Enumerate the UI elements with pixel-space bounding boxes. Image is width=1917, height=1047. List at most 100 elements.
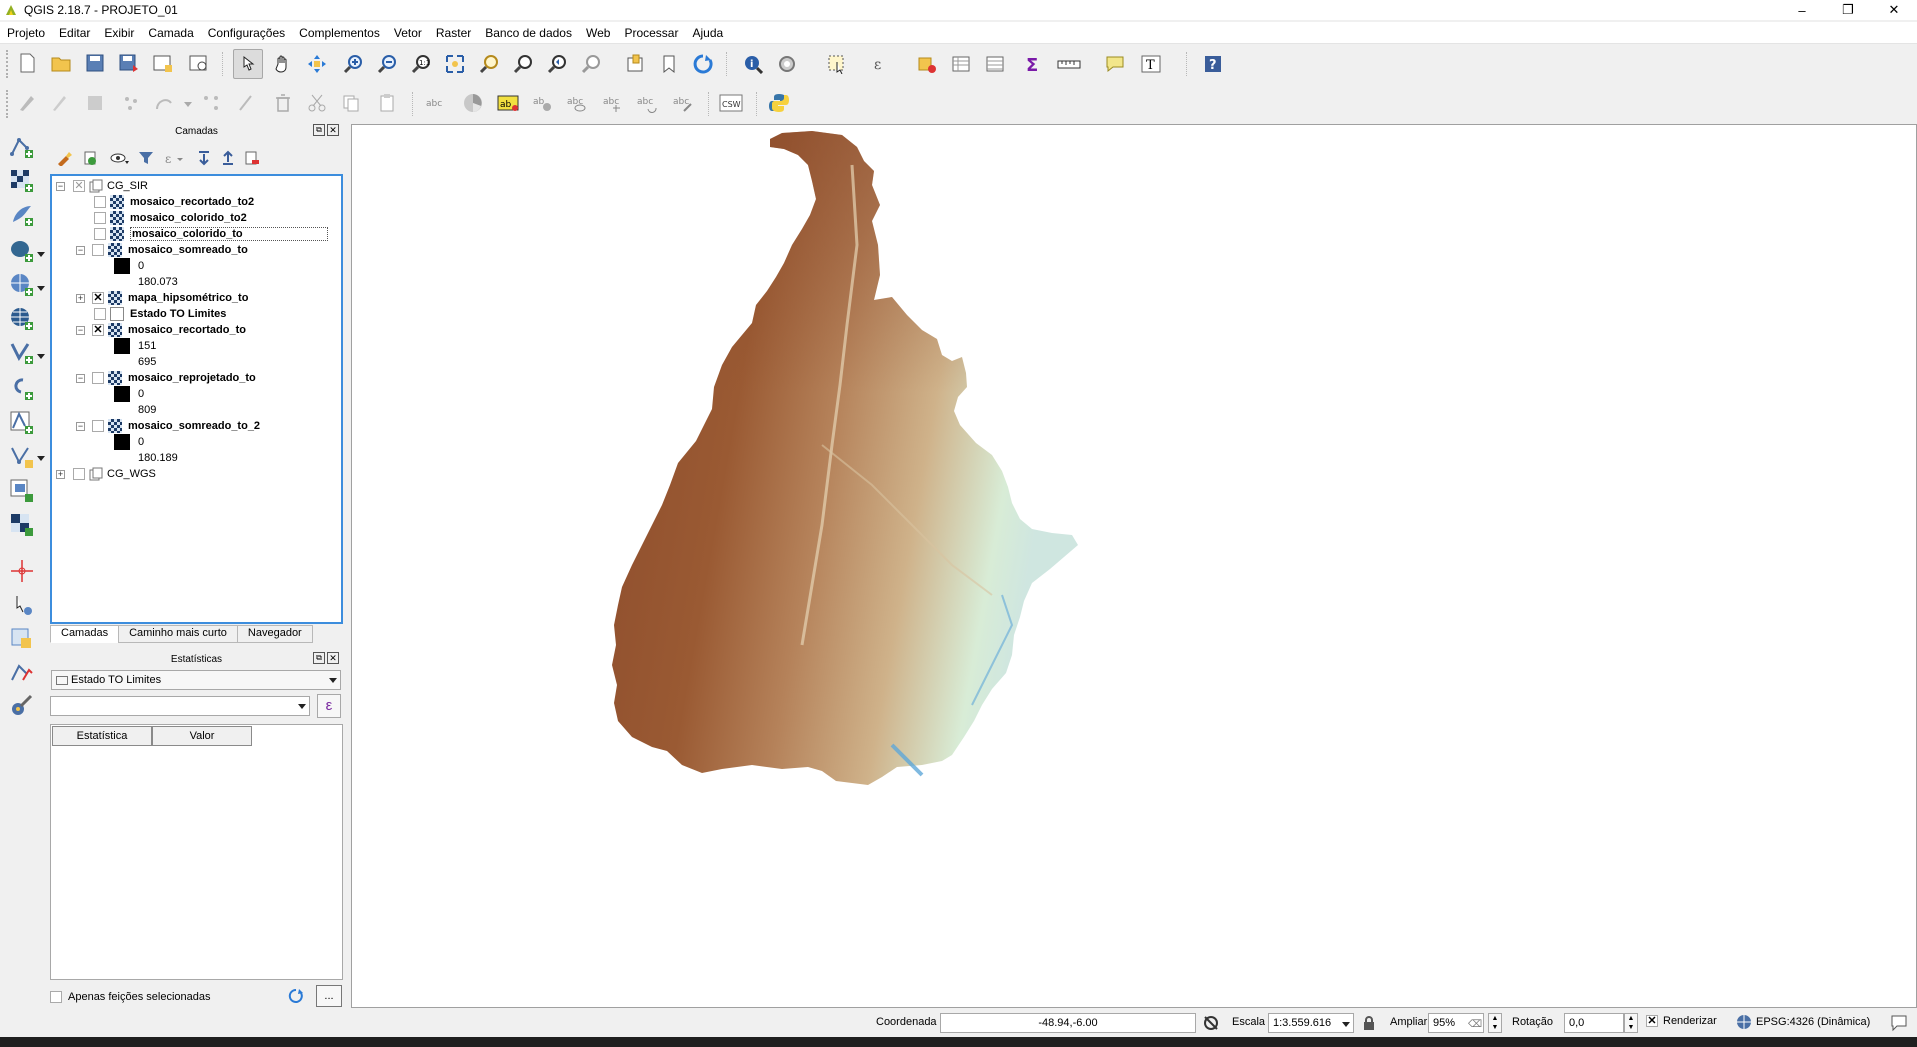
layer-item[interactable]: − mosaico_reprojetado_to: [76, 370, 256, 386]
delete-selected-icon[interactable]: [268, 88, 298, 118]
vector-styling-icon[interactable]: [6, 658, 38, 688]
layer-item-selected[interactable]: mosaico_colorido_to: [94, 226, 328, 242]
pan-map-icon[interactable]: [268, 49, 298, 79]
move-feature-icon[interactable]: [196, 88, 226, 118]
copy-features-icon[interactable]: [336, 88, 366, 118]
column-header-estatistica[interactable]: Estatística: [52, 726, 152, 746]
close-button[interactable]: ✕: [1871, 0, 1917, 20]
layer-checkbox[interactable]: [94, 308, 106, 320]
menu-web[interactable]: Web: [579, 26, 617, 40]
menu-complementos[interactable]: Complementos: [292, 26, 387, 40]
menu-vetor[interactable]: Vetor: [387, 26, 429, 40]
toolbar-grip[interactable]: [6, 50, 10, 78]
layer-group-cg-sir[interactable]: − ✕ CG_SIR: [56, 178, 148, 194]
rotate-label-icon[interactable]: abc: [632, 88, 662, 118]
composer-manager-icon[interactable]: [184, 48, 214, 78]
layer-diagram-options-icon[interactable]: [458, 88, 488, 118]
float-panel-icon[interactable]: ⧉: [313, 652, 325, 664]
zoom-to-selection-icon[interactable]: [474, 49, 504, 79]
filter-legend-expression-icon[interactable]: ε: [164, 150, 186, 169]
zoom-in-icon[interactable]: [338, 49, 368, 79]
save-edits-icon[interactable]: [80, 88, 110, 118]
tab-navegador[interactable]: Navegador: [236, 625, 313, 643]
run-feature-action-icon[interactable]: [772, 49, 802, 79]
add-feature-icon[interactable]: [116, 88, 146, 118]
tab-caminho-mais-curto[interactable]: Caminho mais curto: [118, 625, 238, 643]
crs-globe-icon[interactable]: [1736, 1014, 1752, 1033]
refresh-icon[interactable]: [688, 49, 718, 79]
highlight-pinned-labels-icon[interactable]: ab: [494, 88, 524, 118]
selected-only-checkbox[interactable]: [50, 991, 62, 1003]
selected-only-row[interactable]: Apenas feições selecionadas: [50, 988, 210, 1006]
save-as-icon[interactable]: [114, 48, 144, 78]
open-attribute-table-icon[interactable]: [946, 49, 976, 79]
expand-all-icon[interactable]: [196, 150, 212, 169]
lock-scale-icon[interactable]: [1362, 1015, 1376, 1034]
move-label-icon[interactable]: abc: [598, 88, 628, 118]
measure-line-icon[interactable]: [1054, 49, 1084, 79]
render-checkbox[interactable]: ✕: [1646, 1015, 1658, 1027]
coordinate-capture-icon[interactable]: [6, 590, 38, 620]
layer-checkbox-checked[interactable]: ✕: [92, 324, 104, 336]
more-button[interactable]: ...: [316, 985, 342, 1007]
deselect-all-icon[interactable]: [912, 49, 942, 79]
close-panel-icon[interactable]: ✕: [327, 652, 339, 664]
pin-labels-icon[interactable]: ab: [528, 88, 558, 118]
layer-item[interactable]: − mosaico_somreado_to_2: [76, 418, 260, 434]
minimize-button[interactable]: –: [1779, 0, 1825, 20]
help-icon[interactable]: ?: [1198, 49, 1228, 79]
coordinate-field[interactable]: -48.94,-6.00: [940, 1013, 1196, 1033]
expand-icon[interactable]: +: [56, 469, 65, 479]
scale-dropdown-icon[interactable]: [1342, 1022, 1350, 1027]
layer-item[interactable]: mosaico_recortado_to2: [94, 194, 254, 210]
change-label-icon[interactable]: abc: [668, 88, 698, 118]
clear-zoom-icon[interactable]: ⌫: [1468, 1019, 1482, 1030]
menu-raster[interactable]: Raster: [429, 26, 478, 40]
layer-labeling-options-icon[interactable]: abc: [422, 88, 452, 118]
close-panel-icon[interactable]: ✕: [327, 124, 339, 136]
refresh-stats-icon[interactable]: [288, 988, 304, 1007]
collapse-icon[interactable]: −: [76, 421, 85, 431]
zoom-spinner[interactable]: ▲ ▼: [1488, 1013, 1502, 1033]
statistical-summary-icon[interactable]: Σ: [1018, 49, 1048, 79]
zoom-last-icon[interactable]: [542, 49, 572, 79]
expand-icon[interactable]: +: [76, 293, 85, 303]
add-wms-layer-icon[interactable]: [6, 270, 38, 300]
collapse-icon[interactable]: −: [76, 245, 85, 255]
processing-toolbox-icon[interactable]: [6, 692, 38, 722]
paste-features-icon[interactable]: [372, 88, 402, 118]
new-map-view-icon[interactable]: [620, 49, 650, 79]
collapse-icon[interactable]: −: [76, 373, 85, 383]
zoom-to-layer-icon[interactable]: [508, 49, 538, 79]
zoom-full-icon[interactable]: [440, 49, 470, 79]
menu-editar[interactable]: Editar: [52, 26, 97, 40]
layer-checkbox[interactable]: [92, 372, 104, 384]
show-hide-labels-icon[interactable]: abc: [562, 88, 592, 118]
filter-legend-icon[interactable]: [138, 150, 154, 169]
zoom-native-resolution-icon[interactable]: 1:1: [406, 49, 436, 79]
layer-styling-icon[interactable]: [6, 624, 38, 654]
collapse-icon[interactable]: −: [76, 325, 85, 335]
add-delimited-text-icon[interactable]: [6, 374, 38, 404]
float-panel-icon[interactable]: ⧉: [313, 124, 325, 136]
menu-camada[interactable]: Camada: [141, 26, 200, 40]
select-features-icon[interactable]: [822, 49, 852, 79]
python-console-icon[interactable]: [764, 88, 794, 118]
rotation-field[interactable]: 0,0: [1564, 1013, 1624, 1033]
map-tips-icon[interactable]: [1100, 49, 1130, 79]
select-by-expression-icon[interactable]: ε: [866, 49, 896, 79]
group-checkbox[interactable]: ✕: [73, 180, 85, 192]
node-tool-icon[interactable]: [232, 88, 262, 118]
expression-button[interactable]: ε: [317, 694, 341, 718]
menu-processar[interactable]: Processar: [617, 26, 685, 40]
georeferencer-icon[interactable]: [6, 556, 38, 586]
text-annotation-icon[interactable]: T: [1136, 49, 1166, 79]
new-shapefile-layer-icon[interactable]: [6, 442, 38, 472]
rotation-spinner[interactable]: ▲ ▼: [1624, 1013, 1638, 1033]
render-toggle[interactable]: ✕ Renderizar: [1646, 1015, 1717, 1027]
zoom-next-icon[interactable]: [576, 49, 606, 79]
menu-ajuda[interactable]: Ajuda: [685, 26, 730, 40]
toggle-editing-icon[interactable]: [44, 88, 74, 118]
toggle-extents-icon[interactable]: [1202, 1014, 1220, 1035]
add-vector-layer-icon[interactable]: [6, 132, 38, 162]
